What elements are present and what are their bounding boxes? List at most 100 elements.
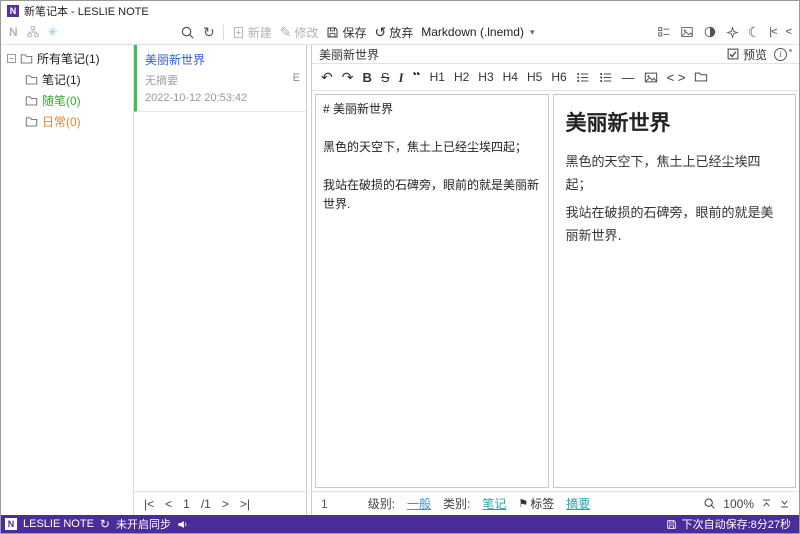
tree-item-label: 随笔(0)	[42, 94, 81, 108]
preview-toggle-label: 预览	[742, 47, 767, 62]
fold-up-icon[interactable]	[761, 498, 772, 509]
source-line	[323, 119, 541, 138]
main-toolbar: N ✳ ↻ 新建 ✎ 修改 保存 ↺ 放弃 Markdown (.lnemd) …	[1, 20, 799, 45]
collapse-list-icon[interactable]: <	[786, 26, 793, 38]
chevron-down-icon: ▾	[529, 26, 535, 37]
category-value-link[interactable]: 笔记	[482, 495, 506, 512]
heading4-button[interactable]: H4	[503, 71, 518, 83]
flag-icon: ⚑	[518, 498, 529, 510]
folder-icon	[25, 96, 38, 106]
heading6-button[interactable]: H6	[551, 71, 566, 83]
tree-item-all-notes[interactable]: − 所有笔记(1)	[1, 48, 133, 69]
last-page-button[interactable]: >|	[240, 497, 250, 511]
app-status-bar: N LESLIE NOTE ↻ 未开启同步 下次自动保存:8分27秒	[1, 515, 799, 533]
new-note-label: 新建	[247, 25, 272, 40]
strikethrough-button[interactable]: S	[381, 71, 390, 84]
zoom-level-value[interactable]: 100%	[723, 497, 754, 511]
source-line: 我站在破损的石碑旁，眼前的就是美丽新世界.	[323, 178, 540, 211]
ordered-list-icon[interactable]	[599, 71, 613, 84]
format-selector-value: Markdown (.lnemd)	[421, 25, 524, 39]
save-button[interactable]: 保存	[326, 24, 367, 41]
prev-page-button[interactable]: <	[165, 497, 172, 511]
save-label: 保存	[342, 25, 367, 40]
folder-icon	[20, 54, 33, 64]
tree-item-daily[interactable]: 日常(0)	[1, 111, 133, 132]
tree-expander-icon[interactable]: −	[7, 54, 16, 63]
attach-file-icon[interactable]	[694, 71, 708, 83]
note-list-item[interactable]: 美丽新世界 无摘要 2022-10-12 20:53:42 E	[134, 45, 306, 112]
next-page-button[interactable]: >	[222, 497, 229, 511]
editor-panel: 美丽新世界 预览 i ↶ ↷ B S I “ H1 H2 H3 H4 H5 H6…	[312, 45, 799, 515]
inline-code-button[interactable]: < >	[667, 71, 686, 84]
preview-toggle[interactable]: 预览	[727, 46, 767, 63]
bullet-list-icon[interactable]	[576, 71, 590, 84]
toolbar-left-group: N ✳	[9, 25, 58, 39]
source-line	[323, 157, 541, 176]
italic-button[interactable]: I	[399, 71, 404, 84]
loading-spinner-icon: ✳	[47, 25, 58, 39]
current-page-value[interactable]: 1	[183, 497, 190, 511]
zoom-icon[interactable]	[703, 497, 716, 510]
editor-split-view: # 美丽新世界 黑色的天空下，焦土上已经尘埃四起； 我站在破损的石碑旁，眼前的就…	[315, 94, 796, 488]
tree-item-label: 所有笔记(1)	[37, 52, 100, 66]
collapse-sidebar-icon[interactable]: |<	[769, 26, 777, 38]
summary-link[interactable]: 摘要	[566, 495, 590, 512]
bold-button[interactable]: B	[362, 71, 371, 84]
contrast-theme-icon[interactable]	[703, 25, 717, 39]
sparkle-pin-icon[interactable]	[725, 25, 739, 39]
redo-icon[interactable]: ↷	[342, 70, 354, 84]
blockquote-button[interactable]: “	[413, 72, 421, 83]
markdown-source-pane[interactable]: # 美丽新世界 黑色的天空下，焦土上已经尘埃四起； 我站在破损的石碑旁，眼前的就…	[315, 94, 549, 488]
autosave-group: 下次自动保存:8分27秒	[666, 516, 791, 532]
todo-list-icon[interactable]	[657, 25, 671, 39]
app-logo-gray-icon: N	[9, 25, 18, 39]
new-note-button[interactable]: 新建	[232, 24, 272, 41]
sync-icon[interactable]: ↻	[100, 518, 110, 530]
heading5-button[interactable]: H5	[527, 71, 542, 83]
insert-image-icon[interactable]	[644, 71, 658, 84]
source-line: # 美丽新世界	[323, 102, 394, 116]
window-title: 新笔记本 - LESLIE NOTE	[24, 5, 149, 18]
cursor-line-number: 1	[321, 496, 328, 511]
note-item-datetime: 2022-10-12 20:53:42	[145, 92, 248, 104]
notebook-tree-icon[interactable]	[26, 25, 40, 39]
statusbar-logo-icon: N	[5, 518, 17, 530]
note-item-title: 美丽新世界	[145, 53, 206, 67]
app-window: N 新笔记本 - LESLIE NOTE N ✳ ↻ 新建 ✎ 修改 保存 ↺ …	[0, 0, 800, 534]
note-info-button[interactable]: i	[774, 47, 792, 61]
first-page-button[interactable]: |<	[144, 497, 154, 511]
format-selector[interactable]: Markdown (.lnemd) ▾	[421, 25, 534, 39]
horizontal-rule-button[interactable]: —	[622, 71, 635, 84]
level-value-link[interactable]: 一般	[407, 495, 431, 512]
refresh-icon[interactable]: ↻	[203, 25, 215, 39]
announcement-icon[interactable]	[177, 519, 188, 530]
category-label: 类别:	[443, 497, 471, 511]
tree-item-essays[interactable]: 随笔(0)	[1, 90, 133, 111]
undo-icon[interactable]: ↶	[321, 70, 333, 84]
tree-item-notes[interactable]: 笔记(1)	[1, 69, 133, 90]
discard-button[interactable]: ↺ 放弃	[375, 24, 414, 41]
heading3-button[interactable]: H3	[478, 71, 493, 83]
note-list-panel: 美丽新世界 无摘要 2022-10-12 20:53:42 E |< < 1 /…	[134, 45, 306, 515]
source-line: 黑色的天空下，焦土上已经尘埃四起；	[323, 140, 528, 154]
fold-down-icon[interactable]	[779, 498, 790, 509]
autosave-countdown: 下次自动保存:8分27秒	[681, 519, 791, 531]
folder-icon	[25, 117, 38, 127]
search-icon[interactable]	[180, 25, 195, 40]
image-panel-icon[interactable]	[680, 25, 694, 39]
night-mode-icon[interactable]: ☾	[748, 25, 761, 39]
toolbar-right-group: ☾ |< <	[657, 25, 793, 39]
autosave-save-icon	[666, 519, 677, 530]
heading2-button[interactable]: H2	[454, 71, 469, 83]
modify-note-button[interactable]: ✎ 修改	[280, 24, 319, 41]
total-pages-label: /1	[200, 496, 211, 511]
folder-icon	[25, 75, 38, 85]
titlebar: N 新笔记本 - LESLIE NOTE	[1, 1, 799, 20]
preview-paragraph: 我站在破损的石碑旁，眼前的就是美丽新世界.	[565, 205, 774, 245]
tree-item-label: 日常(0)	[42, 115, 81, 129]
modify-note-label: 修改	[294, 25, 319, 40]
heading1-button[interactable]: H1	[430, 71, 445, 83]
info-icon: i	[774, 47, 787, 61]
tags-button[interactable]: ⚑ 标签	[518, 495, 554, 512]
markdown-toolbar: ↶ ↷ B S I “ H1 H2 H3 H4 H5 H6 — < >	[312, 64, 799, 91]
